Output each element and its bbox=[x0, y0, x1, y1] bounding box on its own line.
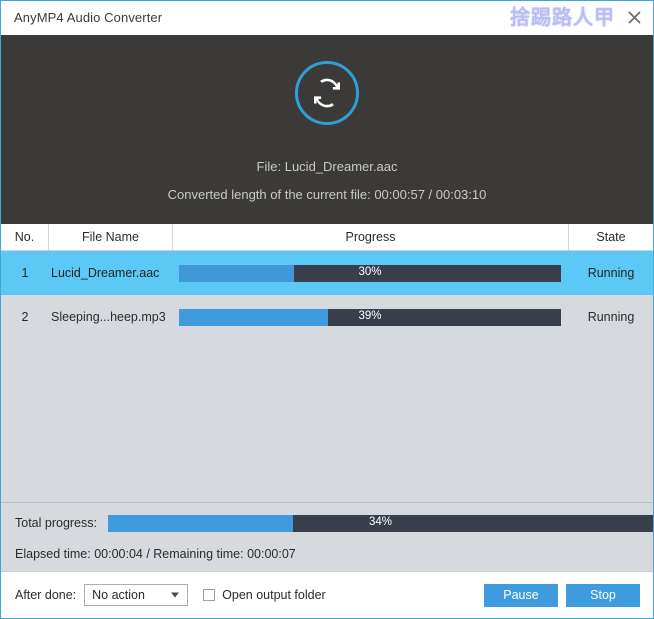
progress-bar: 39% bbox=[179, 308, 561, 326]
elapsed-remaining-time: Elapsed time: 00:00:04 / Remaining time:… bbox=[15, 547, 296, 561]
title-bar-right: 捨踢路人甲 bbox=[510, 1, 653, 34]
action-buttons: Pause Stop bbox=[484, 583, 640, 607]
after-done-label: After done: bbox=[15, 588, 77, 602]
watermark-text: 捨踢路人甲 bbox=[510, 4, 615, 29]
row-file-name: Lucid_Dreamer.aac bbox=[51, 266, 160, 280]
row-file-name: Sleeping...heep.mp3 bbox=[51, 310, 166, 324]
stop-button[interactable]: Stop bbox=[566, 583, 640, 607]
row-state: Running bbox=[587, 266, 635, 280]
row-number: 2 bbox=[21, 310, 29, 324]
column-header-state: State bbox=[596, 230, 626, 244]
file-list[interactable]: 1 Lucid_Dreamer.aac 30% Running 2 Sleepi… bbox=[1, 251, 653, 502]
progress-bar: 30% bbox=[179, 264, 561, 282]
column-header-file-name: File Name bbox=[49, 224, 173, 250]
convert-spinner bbox=[295, 61, 359, 125]
progress-bar-label: 39% bbox=[358, 310, 382, 323]
table-row[interactable]: 1 Lucid_Dreamer.aac 30% Running bbox=[1, 251, 653, 295]
open-output-folder-label: Open output folder bbox=[222, 588, 326, 602]
table-row[interactable]: 2 Sleeping...heep.mp3 39% Running bbox=[1, 295, 653, 339]
row-progress-cell: 30% bbox=[173, 251, 569, 295]
converted-length-text: Converted length of the current file: 00… bbox=[167, 187, 487, 202]
checkbox-box-icon bbox=[203, 589, 216, 601]
row-number: 1 bbox=[21, 266, 29, 280]
row-progress-cell: 39% bbox=[173, 295, 569, 339]
total-progress-row: Total progress: 34% bbox=[15, 513, 653, 533]
total-progress-area: Total progress: 34% Elapsed time: 00:00:… bbox=[1, 502, 653, 571]
current-file-text: File: Lucid_Dreamer.aac bbox=[256, 159, 398, 174]
row-state: Running bbox=[587, 310, 635, 324]
total-progress-bar-label: 34% bbox=[368, 516, 392, 529]
close-icon bbox=[627, 11, 641, 24]
close-button[interactable] bbox=[615, 1, 653, 34]
progress-bar-label: 30% bbox=[358, 266, 382, 279]
window-title: AnyMP4 Audio Converter bbox=[14, 10, 163, 25]
total-progress-bar: 34% bbox=[107, 514, 653, 532]
convert-refresh-icon bbox=[314, 78, 340, 108]
open-output-folder-checkbox[interactable]: Open output folder bbox=[203, 588, 326, 602]
bottom-toolbar: After done: No action Open output folder… bbox=[1, 571, 653, 618]
app-window: AnyMP4 Audio Converter 捨踢路人甲 File: Lucid… bbox=[0, 0, 654, 619]
pause-button[interactable]: Pause bbox=[484, 583, 558, 607]
column-header-progress: Progress bbox=[173, 224, 569, 250]
chevron-down-icon bbox=[171, 592, 180, 598]
after-done-value: No action bbox=[92, 588, 145, 602]
column-header-no: No. bbox=[1, 224, 49, 250]
file-table-header: No. File Name Progress State bbox=[1, 224, 653, 251]
conversion-status-panel: File: Lucid_Dreamer.aac Converted length… bbox=[1, 35, 653, 224]
total-progress-label: Total progress: bbox=[15, 516, 97, 530]
title-bar: AnyMP4 Audio Converter 捨踢路人甲 bbox=[1, 1, 653, 35]
after-done-select[interactable]: No action bbox=[84, 584, 189, 606]
